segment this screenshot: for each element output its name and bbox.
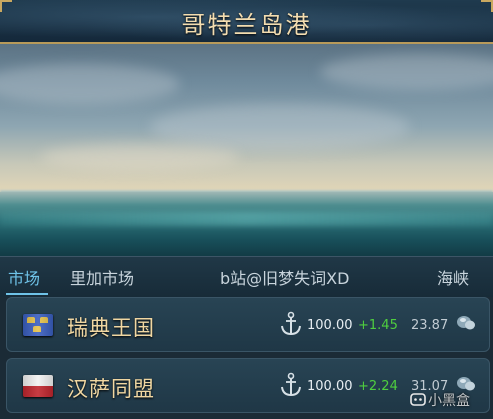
- tab-credit[interactable]: b站@旧梦失词XD: [220, 265, 349, 289]
- watermark-logo-icon: [410, 393, 426, 406]
- port-panel: 哥特兰岛港 市场 里加市场 b站@旧梦失词XD 海峡 瑞典王国 100.00 +…: [0, 0, 493, 419]
- cloud: [40, 144, 240, 170]
- country-name: 汉萨同盟: [67, 377, 155, 401]
- anchor-icon: [281, 372, 301, 397]
- tab-strait[interactable]: 海峡: [437, 265, 469, 289]
- tab-riga-market[interactable]: 里加市场: [70, 265, 134, 289]
- port-scene-image: [0, 44, 493, 256]
- value-change: +2.24: [358, 379, 398, 394]
- price: 23.87: [411, 318, 449, 333]
- goods-icon: [457, 316, 475, 330]
- value: 100.00: [307, 379, 353, 394]
- cloud: [150, 104, 410, 150]
- sweden-flag: [23, 314, 53, 336]
- country-name: 瑞典王国: [67, 316, 155, 340]
- tab-market[interactable]: 市场: [8, 265, 40, 289]
- sea-shine: [0, 212, 493, 226]
- list-item[interactable]: 瑞典王国 100.00 +1.45 23.87: [6, 297, 490, 352]
- anchor-icon: [281, 311, 301, 336]
- port-title: 哥特兰岛港: [181, 11, 312, 39]
- hansa-flag: [23, 375, 53, 397]
- title-bar: 哥特兰岛港: [0, 0, 493, 44]
- watermark: 小黑盒: [428, 393, 470, 409]
- tab-bar: 市场 里加市场 b站@旧梦失词XD 海峡: [0, 256, 493, 297]
- active-tab-indicator: [6, 293, 48, 295]
- value-change: +1.45: [358, 318, 398, 333]
- value: 100.00: [307, 318, 353, 333]
